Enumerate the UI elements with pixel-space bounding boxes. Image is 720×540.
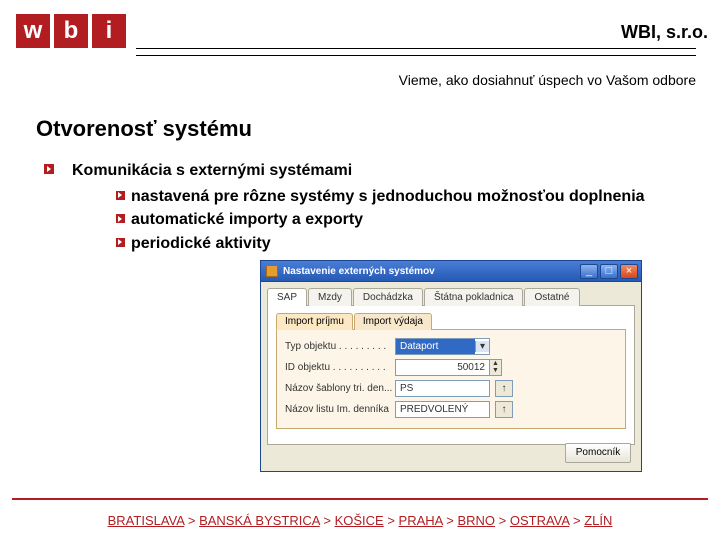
logo-letter-i: i	[92, 14, 126, 48]
field-row: Názov listu Im. denníka PREDVOLENÝ ↑	[285, 401, 617, 418]
tab-sap[interactable]: SAP	[267, 288, 307, 306]
sub-bullets: nastavená pre rôzne systémy s jednoducho…	[116, 186, 710, 255]
footer-cities: BRATISLAVA > BANSKÁ BYSTRICA > KOŠICE > …	[0, 513, 720, 528]
city-kosice: KOŠICE	[335, 513, 384, 528]
breadcrumb-sep: >	[499, 513, 507, 528]
field-label: ID objektu . . . . . . . . . .	[285, 362, 395, 373]
breadcrumb-sep: >	[446, 513, 454, 528]
bullet-main-text: Komunikácia s externými systémami	[72, 160, 352, 182]
city-brno: BRNO	[457, 513, 495, 528]
tab-statna-pokladnica[interactable]: Štátna pokladnica	[424, 288, 524, 306]
spinner-buttons[interactable]: ▲▼	[490, 359, 502, 376]
maximize-button[interactable]: □	[600, 264, 618, 279]
tab-dochadzka[interactable]: Dochádzka	[353, 288, 423, 306]
breadcrumb-sep: >	[573, 513, 581, 528]
slide-content: Komunikácia s externými systémami nastav…	[44, 160, 710, 254]
city-bratislava: BRATISLAVA	[108, 513, 185, 528]
bullet-main-row: Komunikácia s externými systémami	[44, 160, 710, 182]
company-name: WBI, s.r.o.	[621, 22, 708, 43]
tab-import-prijmu[interactable]: Import príjmu	[276, 313, 353, 330]
slide-header: wbi WBI, s.r.o. Vieme, ako dosiahnuť úsp…	[0, 0, 720, 96]
window-title: Nastavenie externých systémov	[283, 266, 578, 277]
id-objektu-input[interactable]: 50012	[395, 359, 490, 376]
breadcrumb-sep: >	[387, 513, 395, 528]
city-ostrava: OSTRAVA	[510, 513, 569, 528]
breadcrumb-sep: >	[188, 513, 196, 528]
city-zlin: ZLÍN	[584, 513, 612, 528]
breadcrumb-sep: >	[323, 513, 331, 528]
field-label: Typ objektu . . . . . . . . .	[285, 341, 395, 352]
logo-letter-b: b	[54, 14, 88, 48]
wbi-logo: wbi	[16, 14, 130, 48]
chevron-down-icon: ▾	[475, 341, 489, 352]
lookup-button[interactable]: ↑	[495, 401, 513, 418]
nazov-sablony-input[interactable]: PS	[395, 380, 490, 397]
field-label: Názov listu Im. denníka	[285, 404, 395, 415]
header-rule-top	[136, 48, 696, 49]
field-row: ID objektu . . . . . . . . . . 50012 ▲▼	[285, 359, 617, 376]
inner-tab-panel: Typ objektu . . . . . . . . . Dataport ▾…	[276, 329, 626, 429]
settings-window: Nastavenie externých systémov _ □ × SAP …	[260, 260, 642, 472]
footer-rule	[12, 498, 708, 500]
field-row: Typ objektu . . . . . . . . . Dataport ▾	[285, 338, 617, 355]
tab-ostatne[interactable]: Ostatné	[524, 288, 579, 306]
bullet-arrow-icon	[44, 164, 54, 174]
logo-letter-w: w	[16, 14, 50, 48]
sub-bullet-row: periodické aktivity	[116, 233, 710, 255]
bullet-arrow-icon	[116, 191, 125, 200]
sub-bullet-row: nastavená pre rôzne systémy s jednoducho…	[116, 186, 710, 208]
minimize-button[interactable]: _	[580, 264, 598, 279]
city-banska-bystrica: BANSKÁ BYSTRICA	[199, 513, 320, 528]
outer-tabs: SAP Mzdy Dochádzka Štátna pokladnica Ost…	[267, 288, 635, 306]
typ-objektu-select[interactable]: Dataport ▾	[395, 338, 490, 355]
field-label: Názov šablony tri. den...	[285, 383, 395, 394]
sub-bullet-text: automatické importy a exporty	[131, 209, 363, 231]
tagline: Vieme, ako dosiahnuť úspech vo Vašom odb…	[16, 72, 696, 88]
sub-bullet-row: automatické importy a exporty	[116, 209, 710, 231]
field-row: Názov šablony tri. den... PS ↑	[285, 380, 617, 397]
bullet-arrow-icon	[116, 214, 125, 223]
slide-title: Otvorenosť systému	[36, 116, 720, 142]
select-value: Dataport	[396, 339, 475, 354]
close-button[interactable]: ×	[620, 264, 638, 279]
nazov-listu-input[interactable]: PREDVOLENÝ	[395, 401, 490, 418]
tab-mzdy[interactable]: Mzdy	[308, 288, 352, 306]
city-praha: PRAHA	[399, 513, 443, 528]
window-titlebar[interactable]: Nastavenie externých systémov _ □ ×	[260, 260, 642, 282]
tab-import-vydaja[interactable]: Import výdaja	[354, 313, 432, 330]
header-rule-bottom	[136, 55, 696, 56]
lookup-button[interactable]: ↑	[495, 380, 513, 397]
window-app-icon	[266, 265, 278, 277]
sub-bullet-text: periodické aktivity	[131, 233, 271, 255]
sub-bullet-text: nastavená pre rôzne systémy s jednoducho…	[131, 186, 645, 208]
help-button[interactable]: Pomocník	[565, 443, 631, 463]
window-body: SAP Mzdy Dochádzka Štátna pokladnica Ost…	[260, 282, 642, 472]
outer-tab-panel: Import príjmu Import výdaja Typ objektu …	[267, 305, 635, 445]
inner-tabs: Import príjmu Import výdaja	[276, 313, 626, 330]
bullet-arrow-icon	[116, 238, 125, 247]
